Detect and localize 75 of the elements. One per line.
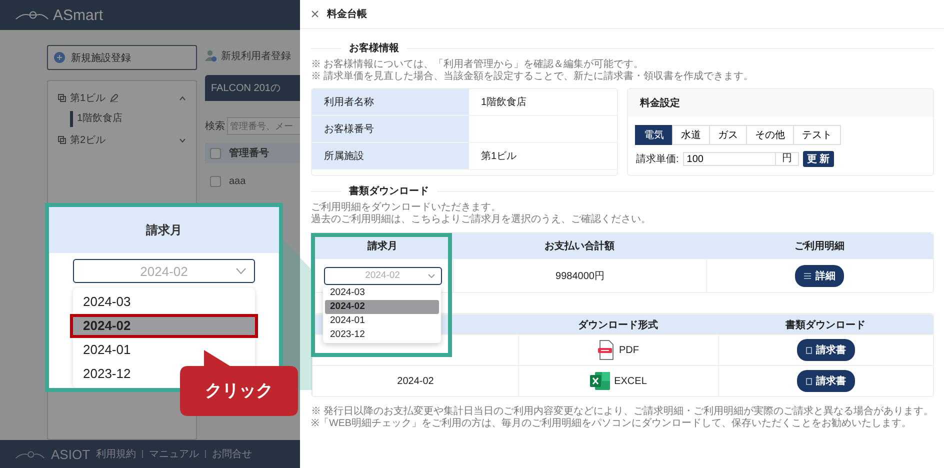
table-cell-text: 9984000円: [556, 270, 604, 282]
field-label: 利用者名称: [312, 89, 469, 115]
note-text: ※「WEB明細チェック」をご利用の方は、毎月のご利用明細をパソコンにダウンロードして、保存いただくことをお勧めいたします。: [311, 418, 912, 430]
utility-tab[interactable]: 電気: [635, 125, 673, 145]
column-header: お支払い合計額: [544, 240, 616, 254]
field-label: お客様番号: [312, 116, 469, 142]
field-label: 所属施設: [312, 143, 469, 169]
update-button[interactable]: 更 新: [802, 151, 834, 167]
utility-tab[interactable]: その他: [746, 125, 794, 145]
section-heading: 書類ダウンロード: [349, 184, 429, 198]
footer-logo-text: ASIOT: [51, 446, 90, 462]
search-label: 検索: [205, 120, 225, 133]
panel-title: 料金設定: [640, 96, 680, 110]
field-value: 1階飲食店: [481, 96, 527, 109]
column-header: 請求月: [366, 240, 398, 254]
logo-icon: [15, 450, 45, 458]
pdf-file-icon: [598, 340, 615, 360]
column-header: 書類ダウンロード: [784, 318, 866, 332]
building-icon: [58, 94, 66, 102]
table-cell: 2024-02: [397, 376, 434, 386]
note-text: 過去のご利用明細は、こちらよりご請求月を選択のうえ、ご確認ください。: [311, 214, 652, 226]
close-icon[interactable]: [311, 10, 319, 18]
tree-item[interactable]: 第1ビル: [58, 87, 186, 109]
unit-price-label: 請求単価:: [636, 152, 679, 166]
table-cell: aaa: [229, 176, 246, 186]
column-header: ダウンロード形式: [577, 318, 659, 332]
note-text: ※ 請求単価を見直した場合、当該金額を設定することで、新たに請求書・領収書を作成できます。: [311, 71, 755, 83]
unit-price-field[interactable]: 100: [682, 152, 776, 166]
add-user-button[interactable]: 新規利用者登録: [205, 45, 300, 67]
field-value: 第1ビル: [481, 150, 517, 163]
utility-tab[interactable]: ガス: [709, 125, 747, 145]
tree-child-item[interactable]: 1階飲食店: [70, 111, 127, 127]
plus-icon: [54, 52, 65, 63]
month-option[interactable]: 2024-03: [325, 286, 439, 300]
list-icon: [804, 272, 812, 278]
month-option[interactable]: 2023-12: [325, 328, 439, 342]
user-icon: [205, 50, 217, 62]
file-format-label: PDF: [619, 344, 639, 356]
chevron-icon: [236, 268, 246, 274]
pencil-icon[interactable]: [110, 94, 118, 102]
chevron-icon: [428, 274, 434, 278]
facility-tab[interactable]: FALCON 201の: [205, 75, 300, 101]
spreadsheet-icon: [590, 372, 610, 390]
invoice-download-button[interactable]: 請求書: [796, 339, 855, 361]
logo-icon: [15, 10, 49, 20]
tree-item[interactable]: 第2ビル: [58, 129, 186, 151]
detail-button[interactable]: 詳細: [795, 264, 844, 286]
add-facility-button[interactable]: 新規施設登録: [47, 45, 197, 70]
invoice-download-button[interactable]: 請求書: [796, 370, 855, 392]
building-icon: [58, 136, 66, 144]
utility-tab[interactable]: テスト: [793, 125, 841, 145]
click-callout-bubble: クリック: [180, 350, 298, 416]
checkbox[interactable]: [210, 148, 221, 158]
unit-label: 円: [774, 152, 799, 166]
document-icon: [806, 346, 812, 354]
column-header: 請求月: [146, 222, 182, 238]
chevron-icon[interactable]: [179, 138, 186, 142]
note-text: ※ 発行日以降のお支払変更や集計日当日のご利用内容変更などにより、ご請求明細・ご利用明細が実際のご請求と異なる場合があります。: [311, 406, 934, 418]
document-icon: [806, 378, 812, 384]
drawer-title: 料金台帳: [327, 8, 367, 21]
search-field[interactable]: 管理番号、メー: [227, 117, 300, 135]
note-text: ※ お客様情報については、「利用者管理から」を確認＆編集が可能です。: [311, 59, 645, 70]
chevron-icon[interactable]: [179, 96, 186, 100]
month-option[interactable]: 2024-01: [325, 314, 439, 328]
month-option[interactable]: 2024-03: [73, 290, 255, 314]
column-header: 管理番号: [229, 146, 269, 160]
utility-tab[interactable]: 水道: [672, 125, 710, 145]
section-heading: お客様情報: [349, 41, 399, 55]
checkbox[interactable]: [210, 176, 221, 186]
note-text: ご利用明細をダウンロードいただきます。: [311, 202, 502, 214]
month-option[interactable]: 2024-02: [325, 300, 439, 314]
file-format-label: EXCEL: [614, 376, 647, 386]
app-logo-text: ASmart: [53, 6, 104, 24]
column-header: ご利用明細: [793, 240, 846, 254]
month-option[interactable]: 2024-02: [70, 314, 258, 338]
